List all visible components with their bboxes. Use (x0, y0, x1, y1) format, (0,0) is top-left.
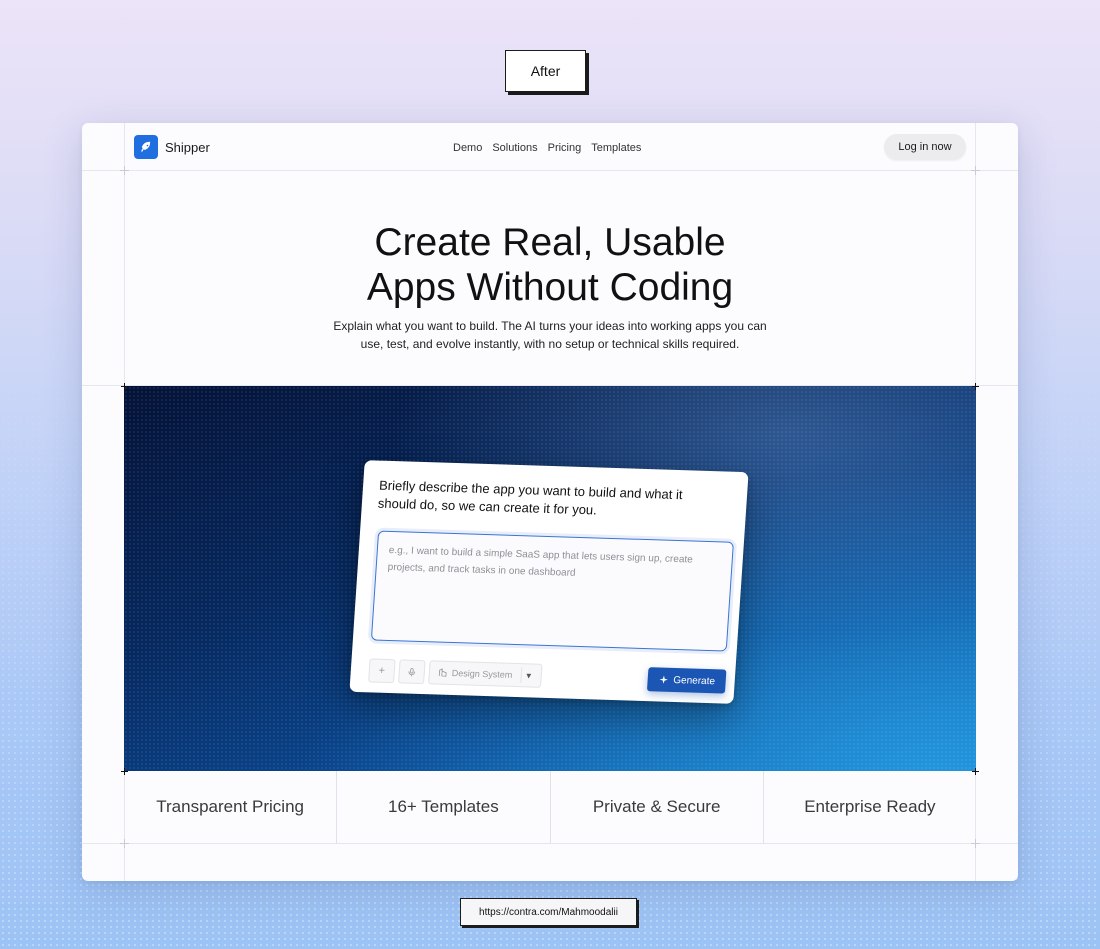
grid-line (82, 843, 1018, 844)
feature-templates: 16+ Templates (337, 771, 551, 843)
sparkle-icon (659, 675, 668, 684)
prompt-toolbar: + Design System ▼ (368, 658, 543, 688)
rocket-icon[interactable] (134, 135, 158, 159)
top-navigation: Shipper Demo Solutions Pricing Templates… (82, 123, 1018, 171)
hero-subtitle: Explain what you want to build. The AI t… (333, 319, 767, 351)
nav-link-solutions[interactable]: Solutions (492, 142, 537, 154)
plus-icon[interactable]: + (368, 658, 396, 684)
design-system-select[interactable]: Design System ▼ (428, 660, 543, 688)
design-system-icon (438, 668, 447, 677)
feature-strip: Transparent Pricing 16+ Templates Privat… (124, 771, 976, 843)
design-system-label: Design System (451, 668, 513, 680)
nav-link-templates[interactable]: Templates (591, 142, 641, 154)
nav-link-demo[interactable]: Demo (453, 142, 482, 154)
feature-private-secure: Private & Secure (551, 771, 764, 843)
after-label: After (505, 50, 586, 92)
website-mockup: Shipper Demo Solutions Pricing Templates… (82, 123, 1018, 881)
hero-title: Create Real, Usable Apps Without Coding (82, 220, 1018, 310)
login-button[interactable]: Log in now (884, 134, 966, 160)
panel-corner-marker (972, 383, 979, 390)
nav-links: Demo Solutions Pricing Templates (453, 142, 641, 154)
portfolio-url-label: https://contra.com/Mahmoodalii (460, 898, 637, 926)
feature-transparent-pricing: Transparent Pricing (124, 771, 338, 843)
app-description-input[interactable] (370, 530, 734, 652)
nav-link-pricing[interactable]: Pricing (548, 142, 582, 154)
microphone-icon[interactable] (398, 659, 426, 685)
generate-button[interactable]: Generate (646, 667, 727, 694)
hero-visual-panel: Briefly describe the app you want to bui… (124, 386, 976, 771)
brand-name[interactable]: Shipper (165, 140, 210, 155)
hero-title-line-2: Apps Without Coding (366, 266, 734, 309)
generate-label: Generate (672, 674, 716, 687)
panel-corner-marker (121, 383, 128, 390)
prompt-card: Briefly describe the app you want to bui… (349, 460, 749, 704)
hero-title-line-1: Create Real, Usable (374, 221, 726, 264)
feature-enterprise-ready: Enterprise Ready (804, 797, 936, 816)
chevron-down-icon[interactable]: ▼ (519, 667, 537, 684)
prompt-question: Briefly describe the app you want to bui… (377, 477, 684, 518)
